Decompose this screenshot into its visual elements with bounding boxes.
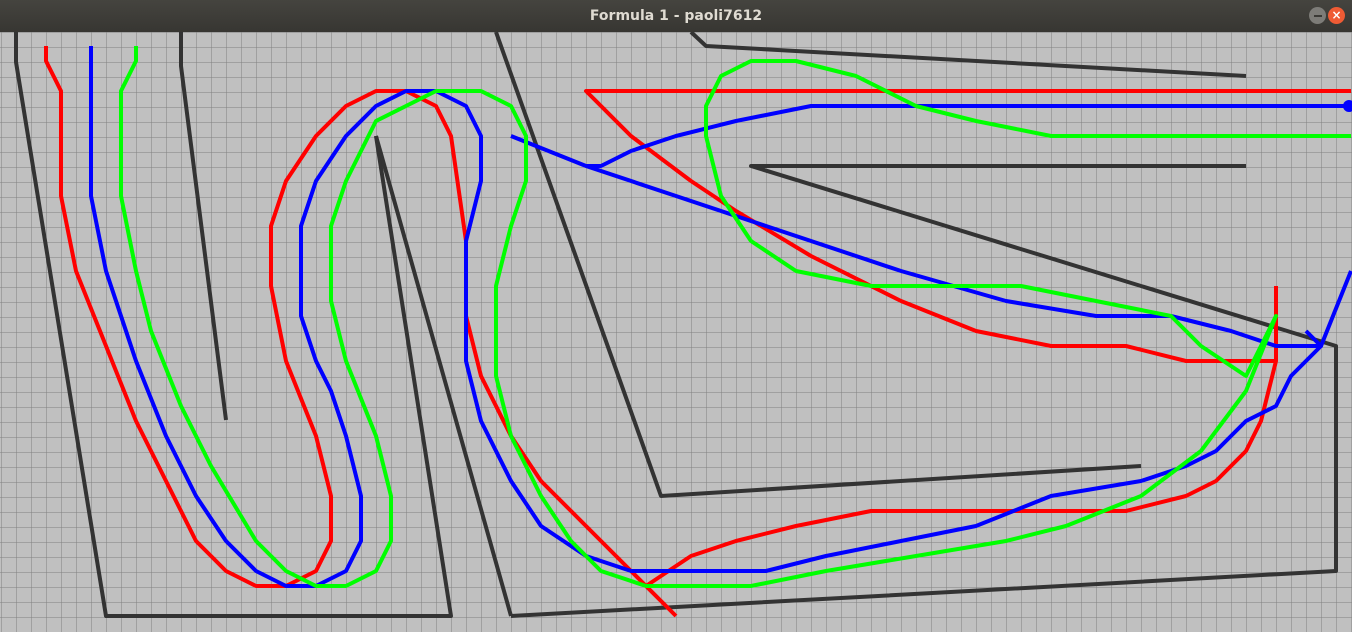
close-icon: × — [1331, 8, 1342, 22]
minimize-button[interactable] — [1309, 7, 1326, 24]
window-title: Formula 1 - paoli7612 — [589, 8, 763, 24]
title-bar[interactable]: Formula 1 - paoli7612 × — [0, 0, 1352, 33]
grid-background — [0, 32, 1352, 632]
track-svg — [0, 32, 1352, 632]
app-window: Formula 1 - paoli7612 × — [0, 0, 1352, 632]
minimize-icon — [1313, 15, 1322, 17]
close-button[interactable]: × — [1328, 7, 1345, 24]
race-track-canvas[interactable] — [0, 32, 1352, 632]
